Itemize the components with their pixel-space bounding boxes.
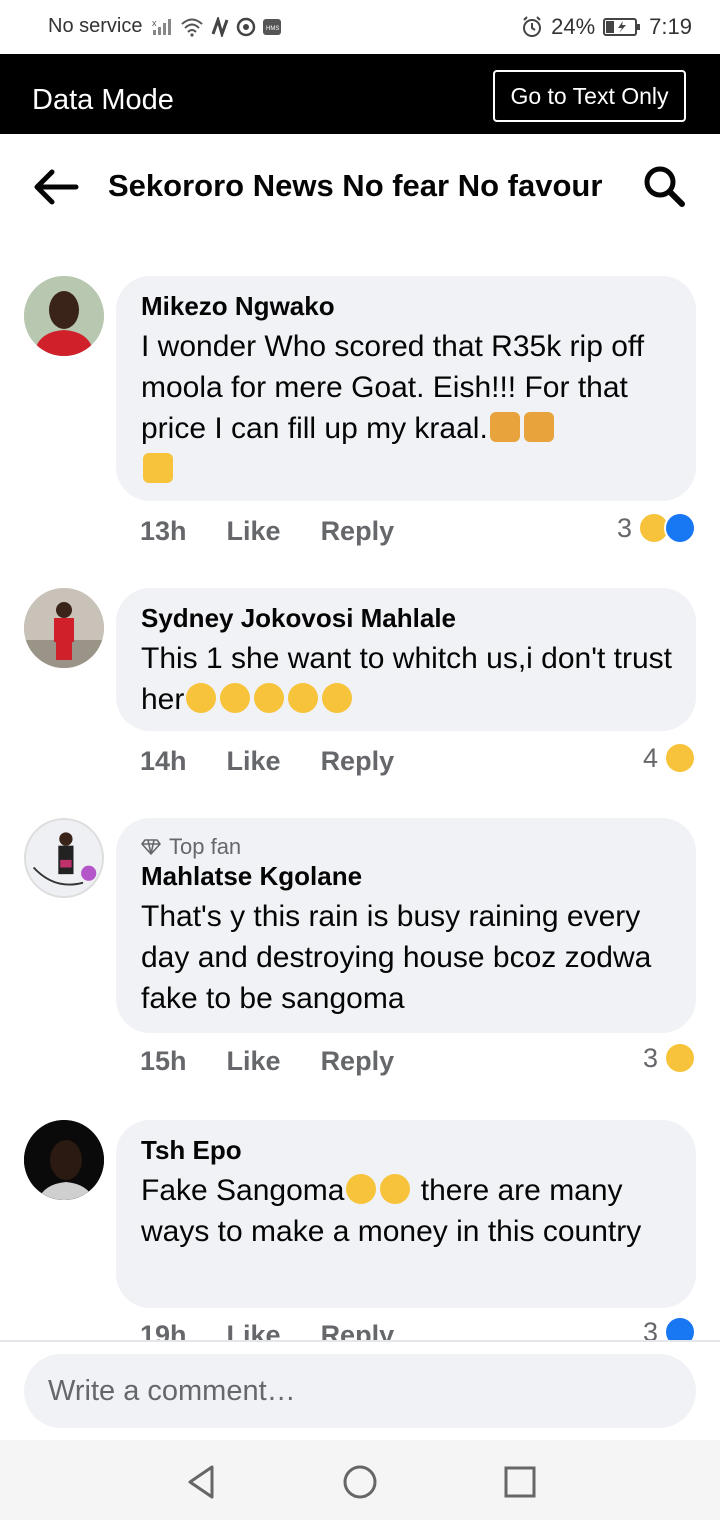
comment-text: That's y this rain is busy raining every… xyxy=(141,900,652,1015)
comment-bubble[interactable]: Mikezo Ngwako I wonder Who scored that R… xyxy=(116,276,696,501)
status-right: 24% 7:19 xyxy=(521,14,692,40)
page-header: Sekororo News No fear No favour xyxy=(0,134,720,238)
top-fan-label: Top fan xyxy=(169,834,242,859)
status-icons: x HMS xyxy=(152,16,282,37)
top-fan-badge: Top fan xyxy=(141,834,672,860)
comment-bubble[interactable]: Top fan Mahlatse Kgolane That's y this r… xyxy=(116,818,696,1033)
avatar-image xyxy=(24,276,104,356)
battery-percent: 24% xyxy=(551,14,596,39)
svg-text:x: x xyxy=(152,18,157,28)
comment-actions: 15h Like Reply xyxy=(140,1046,394,1077)
avatar[interactable] xyxy=(24,276,104,356)
like-button[interactable]: Like xyxy=(227,516,281,547)
recents-square-icon[interactable] xyxy=(500,1462,540,1502)
chrome-icon xyxy=(237,17,256,36)
reply-button[interactable]: Reply xyxy=(321,1046,395,1077)
avatar-image xyxy=(24,1120,104,1200)
svg-text:HMS: HMS xyxy=(266,26,279,32)
comment-author[interactable]: Mikezo Ngwako xyxy=(141,290,672,322)
comment-bubble[interactable]: Sydney Jokovosi Mahlale This 1 she want … xyxy=(116,588,696,731)
data-mode-bar: Data Mode Go to Text Only xyxy=(0,54,720,134)
person-facepalming-emoji xyxy=(489,412,520,442)
alarm-icon xyxy=(523,16,542,37)
comment-actions: 14h Like Reply xyxy=(140,746,394,777)
reaction-count: 3 xyxy=(616,512,632,543)
reaction-summary[interactable]: 3 xyxy=(643,1042,696,1074)
rolling-laughing-emoji xyxy=(220,683,251,713)
haha-reaction-icon xyxy=(664,1042,696,1074)
avatar[interactable] xyxy=(24,1120,104,1200)
signal-icon: x xyxy=(152,18,172,35)
diamond-icon xyxy=(141,839,161,855)
avatar-image xyxy=(24,588,104,668)
comment-bubble[interactable]: Tsh Epo Fake Sangoma there are many ways… xyxy=(116,1120,696,1308)
data-mode-title: Data Mode xyxy=(32,84,174,116)
reaction-summary[interactable]: 4 xyxy=(643,742,696,774)
comment-time: 15h xyxy=(140,1046,187,1076)
comment-actions: 13h Like Reply xyxy=(140,516,394,547)
reaction-count: 4 xyxy=(642,742,658,773)
comment-author[interactable]: Tsh Epo xyxy=(141,1134,672,1166)
page-title: Sekororo News No fear No favour xyxy=(108,168,603,203)
like-button[interactable]: Like xyxy=(227,746,281,777)
comment-text: This 1 she want to whitch us,i don't tru… xyxy=(141,642,672,716)
nfc-icon xyxy=(212,16,229,37)
carrier-label: No service xyxy=(48,15,143,37)
comment-text: I wonder Who scored that R35k rip off mo… xyxy=(141,326,672,490)
sign-of-the-horns-emoji xyxy=(143,453,173,483)
rolling-eyes-emoji xyxy=(346,1174,377,1204)
avatar-image xyxy=(26,820,102,896)
reply-button[interactable]: Reply xyxy=(321,516,395,547)
like-button[interactable]: Like xyxy=(227,1046,281,1077)
comment-text: Fake Sangoma there are many ways to make… xyxy=(141,1174,642,1248)
search-icon[interactable] xyxy=(642,164,686,208)
battery-icon xyxy=(603,18,641,36)
avatar[interactable] xyxy=(24,818,104,898)
reaction-summary[interactable]: 3 xyxy=(617,512,696,544)
back-arrow-icon[interactable] xyxy=(32,168,80,206)
system-nav-bar xyxy=(0,1440,720,1520)
like-reaction-icon xyxy=(664,512,696,544)
status-left: No service x HMS xyxy=(48,15,282,38)
comment-composer xyxy=(0,1342,720,1440)
comment-time: 14h xyxy=(140,746,187,776)
haha-reaction-icon xyxy=(664,742,696,774)
rolling-laughing-emoji xyxy=(288,683,319,713)
back-triangle-icon[interactable] xyxy=(182,1462,222,1502)
rolling-eyes-emoji xyxy=(380,1174,411,1204)
hms-icon: HMS xyxy=(263,18,282,35)
reply-button[interactable]: Reply xyxy=(321,746,395,777)
status-bar: No service x HMS 24% 7:19 xyxy=(0,0,720,54)
comment-author[interactable]: Mahlatse Kgolane xyxy=(141,860,672,892)
comment-time: 13h xyxy=(140,516,187,546)
person-shrugging-emoji xyxy=(523,412,554,442)
wifi-icon xyxy=(181,18,204,37)
home-circle-icon[interactable] xyxy=(340,1462,380,1502)
avatar[interactable] xyxy=(24,588,104,668)
clock: 7:19 xyxy=(649,14,692,39)
go-to-text-only-button[interactable]: Go to Text Only xyxy=(493,70,686,122)
rolling-laughing-emoji xyxy=(186,683,217,713)
rolling-laughing-emoji xyxy=(322,683,353,713)
reaction-count: 3 xyxy=(642,1042,658,1073)
rolling-laughing-emoji xyxy=(254,683,285,713)
comment-input[interactable] xyxy=(24,1354,696,1428)
comment-author[interactable]: Sydney Jokovosi Mahlale xyxy=(141,602,672,634)
